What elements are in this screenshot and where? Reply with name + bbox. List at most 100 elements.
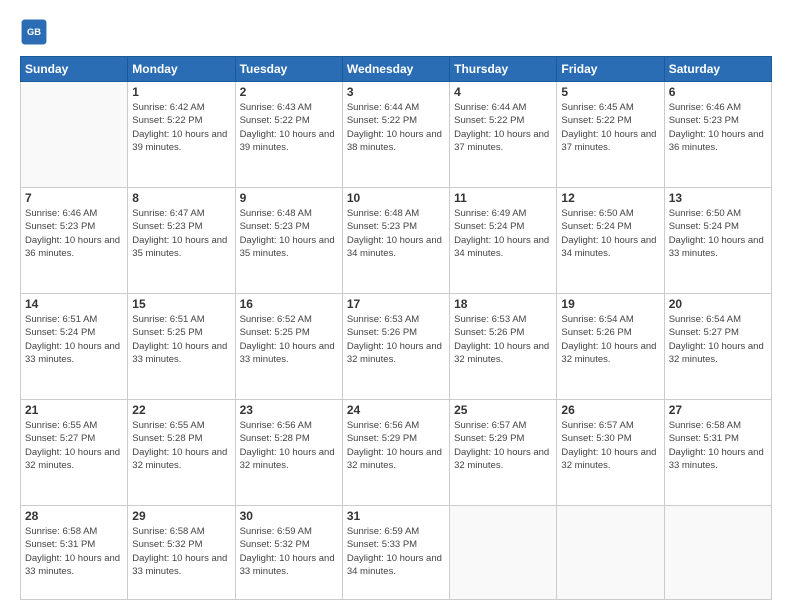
calendar-cell: 21Sunrise: 6:55 AMSunset: 5:27 PMDayligh… (21, 400, 128, 506)
calendar-cell: 23 Sunrise: 6:56 AMSunset: 5:28 PMDayligh… (235, 400, 342, 506)
calendar-header-wednesday: Wednesday (342, 57, 449, 82)
calendar-cell: 13 Sunrise: 6:50 AMSunset: 5:24 PMDayligh… (664, 188, 771, 294)
day-number: 14 (25, 297, 123, 311)
calendar-cell (664, 506, 771, 600)
calendar-header-saturday: Saturday (664, 57, 771, 82)
calendar-cell: 16 Sunrise: 6:52 AMSunset: 5:25 PMDayligh… (235, 294, 342, 400)
calendar-cell: 25 Sunrise: 6:57 AMSunset: 5:29 PMDayligh… (450, 400, 557, 506)
day-number: 20 (669, 297, 767, 311)
day-number: 30 (240, 509, 338, 523)
day-number: 17 (347, 297, 445, 311)
day-info: Sunrise: 6:55 AMSunset: 5:27 PMDaylight:… (25, 419, 123, 472)
day-info: Sunrise: 6:58 AMSunset: 5:31 PMDaylight:… (669, 419, 767, 472)
calendar-cell: 1 Sunrise: 6:42 AMSunset: 5:22 PMDaylight… (128, 82, 235, 188)
day-info: Sunrise: 6:53 AMSunset: 5:26 PMDaylight:… (347, 313, 445, 366)
day-number: 22 (132, 403, 230, 417)
day-info: Sunrise: 6:56 AMSunset: 5:28 PMDaylight:… (240, 419, 338, 472)
calendar-cell: 6 Sunrise: 6:46 AMSunset: 5:23 PMDaylight… (664, 82, 771, 188)
day-number: 4 (454, 85, 552, 99)
calendar-cell: 26 Sunrise: 6:57 AMSunset: 5:30 PMDayligh… (557, 400, 664, 506)
day-number: 23 (240, 403, 338, 417)
calendar-cell: 24Sunrise: 6:56 AMSunset: 5:29 PMDayligh… (342, 400, 449, 506)
day-info: Sunrise: 6:57 AMSunset: 5:30 PMDaylight:… (561, 419, 659, 472)
logo: GB (20, 18, 52, 46)
calendar-week-row: 14Sunrise: 6:51 AMSunset: 5:24 PMDayligh… (21, 294, 772, 400)
day-number: 13 (669, 191, 767, 205)
day-info: Sunrise: 6:54 AMSunset: 5:27 PMDaylight:… (669, 313, 767, 366)
calendar-header-thursday: Thursday (450, 57, 557, 82)
day-number: 25 (454, 403, 552, 417)
logo-icon: GB (20, 18, 48, 46)
calendar-cell: 15Sunrise: 6:51 AMSunset: 5:25 PMDayligh… (128, 294, 235, 400)
day-number: 18 (454, 297, 552, 311)
calendar-cell (21, 82, 128, 188)
day-number: 28 (25, 509, 123, 523)
calendar-cell: 4 Sunrise: 6:44 AMSunset: 5:22 PMDaylight… (450, 82, 557, 188)
day-info: Sunrise: 6:50 AMSunset: 5:24 PMDaylight:… (669, 207, 767, 260)
day-number: 8 (132, 191, 230, 205)
day-info: Sunrise: 6:45 AMSunset: 5:22 PMDaylight:… (561, 101, 659, 154)
calendar-cell: 19 Sunrise: 6:54 AMSunset: 5:26 PMDayligh… (557, 294, 664, 400)
day-number: 3 (347, 85, 445, 99)
day-info: Sunrise: 6:44 AMSunset: 5:22 PMDaylight:… (347, 101, 445, 154)
calendar-header-row: SundayMondayTuesdayWednesdayThursdayFrid… (21, 57, 772, 82)
day-info: Sunrise: 6:54 AMSunset: 5:26 PMDaylight:… (561, 313, 659, 366)
calendar-cell: 22 Sunrise: 6:55 AMSunset: 5:28 PMDayligh… (128, 400, 235, 506)
day-number: 12 (561, 191, 659, 205)
day-info: Sunrise: 6:52 AMSunset: 5:25 PMDaylight:… (240, 313, 338, 366)
day-info: Sunrise: 6:51 AMSunset: 5:25 PMDaylight:… (132, 313, 230, 366)
day-number: 11 (454, 191, 552, 205)
calendar-week-row: 1 Sunrise: 6:42 AMSunset: 5:22 PMDaylight… (21, 82, 772, 188)
day-info: Sunrise: 6:53 AMSunset: 5:26 PMDaylight:… (454, 313, 552, 366)
page: GB SundayMondayTuesdayWednesdayThursdayF… (0, 0, 792, 612)
day-number: 31 (347, 509, 445, 523)
calendar-cell: 12 Sunrise: 6:50 AMSunset: 5:24 PMDayligh… (557, 188, 664, 294)
calendar-cell: 5 Sunrise: 6:45 AMSunset: 5:22 PMDaylight… (557, 82, 664, 188)
day-info: Sunrise: 6:43 AMSunset: 5:22 PMDaylight:… (240, 101, 338, 154)
day-number: 7 (25, 191, 123, 205)
day-number: 5 (561, 85, 659, 99)
calendar-cell: 10 Sunrise: 6:48 AMSunset: 5:23 PMDayligh… (342, 188, 449, 294)
day-number: 6 (669, 85, 767, 99)
day-info: Sunrise: 6:55 AMSunset: 5:28 PMDaylight:… (132, 419, 230, 472)
calendar-cell: 2Sunrise: 6:43 AMSunset: 5:22 PMDaylight… (235, 82, 342, 188)
calendar-cell: 9 Sunrise: 6:48 AMSunset: 5:23 PMDaylight… (235, 188, 342, 294)
day-info: Sunrise: 6:46 AMSunset: 5:23 PMDaylight:… (25, 207, 123, 260)
calendar-cell: 17 Sunrise: 6:53 AMSunset: 5:26 PMDayligh… (342, 294, 449, 400)
day-number: 16 (240, 297, 338, 311)
day-number: 24 (347, 403, 445, 417)
calendar-cell: 11Sunrise: 6:49 AMSunset: 5:24 PMDayligh… (450, 188, 557, 294)
day-info: Sunrise: 6:48 AMSunset: 5:23 PMDaylight:… (240, 207, 338, 260)
day-info: Sunrise: 6:42 AMSunset: 5:22 PMDaylight:… (132, 101, 230, 154)
calendar-week-row: 21Sunrise: 6:55 AMSunset: 5:27 PMDayligh… (21, 400, 772, 506)
calendar-cell: 18 Sunrise: 6:53 AMSunset: 5:26 PMDayligh… (450, 294, 557, 400)
calendar-week-row: 28Sunrise: 6:58 AMSunset: 5:31 PMDayligh… (21, 506, 772, 600)
day-number: 9 (240, 191, 338, 205)
calendar-week-row: 7 Sunrise: 6:46 AMSunset: 5:23 PMDaylight… (21, 188, 772, 294)
day-info: Sunrise: 6:46 AMSunset: 5:23 PMDaylight:… (669, 101, 767, 154)
day-info: Sunrise: 6:58 AMSunset: 5:32 PMDaylight:… (132, 525, 230, 578)
day-number: 29 (132, 509, 230, 523)
calendar-cell: 28Sunrise: 6:58 AMSunset: 5:31 PMDayligh… (21, 506, 128, 600)
day-number: 1 (132, 85, 230, 99)
calendar-header-tuesday: Tuesday (235, 57, 342, 82)
day-info: Sunrise: 6:59 AMSunset: 5:33 PMDaylight:… (347, 525, 445, 578)
calendar-cell: 8Sunrise: 6:47 AMSunset: 5:23 PMDaylight… (128, 188, 235, 294)
day-info: Sunrise: 6:50 AMSunset: 5:24 PMDaylight:… (561, 207, 659, 260)
day-number: 19 (561, 297, 659, 311)
day-info: Sunrise: 6:48 AMSunset: 5:23 PMDaylight:… (347, 207, 445, 260)
day-info: Sunrise: 6:57 AMSunset: 5:29 PMDaylight:… (454, 419, 552, 472)
day-number: 26 (561, 403, 659, 417)
day-number: 10 (347, 191, 445, 205)
calendar-cell: 30Sunrise: 6:59 AMSunset: 5:32 PMDayligh… (235, 506, 342, 600)
calendar-header-friday: Friday (557, 57, 664, 82)
calendar-cell: 3 Sunrise: 6:44 AMSunset: 5:22 PMDaylight… (342, 82, 449, 188)
day-info: Sunrise: 6:44 AMSunset: 5:22 PMDaylight:… (454, 101, 552, 154)
calendar-cell (557, 506, 664, 600)
calendar-cell: 20 Sunrise: 6:54 AMSunset: 5:27 PMDayligh… (664, 294, 771, 400)
calendar-cell: 14Sunrise: 6:51 AMSunset: 5:24 PMDayligh… (21, 294, 128, 400)
calendar-header-sunday: Sunday (21, 57, 128, 82)
calendar-cell (450, 506, 557, 600)
calendar-cell: 29 Sunrise: 6:58 AMSunset: 5:32 PMDayligh… (128, 506, 235, 600)
svg-text:GB: GB (27, 27, 41, 37)
